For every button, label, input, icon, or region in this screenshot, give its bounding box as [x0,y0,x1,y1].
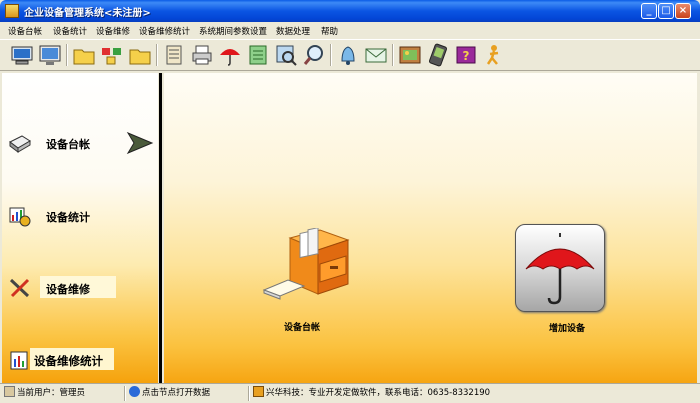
envelope-icon[interactable] [364,43,388,67]
equipment-ledger-label: 设备台帐 [284,323,321,333]
scroll-icon[interactable] [162,43,186,67]
title-bar[interactable]: 企业设备管理系统<未注册> _ □ × [0,0,700,22]
sidebar: 设备台帐 设备统计 设备维修 设备维修统计 [2,73,158,383]
folder-tree-icon[interactable] [100,43,124,67]
svg-text:?: ? [463,49,470,63]
toolbar: ? [0,39,700,71]
menu-equipment-stats[interactable]: 设备统计 [53,25,87,37]
menu-help[interactable]: 帮助 [321,25,338,37]
umbrella-icon [525,233,595,305]
add-equipment-label: 增加设备 [549,324,586,334]
file-cabinet-icon [262,227,350,300]
window-title: 企业设备管理系统<未注册> [24,8,151,19]
add-equipment-button[interactable] [515,224,605,312]
status-hint: 点击节点打开数据 [129,386,210,401]
umbrella-icon[interactable] [218,43,242,67]
menu-repair-stats[interactable]: 设备维修统计 [139,25,190,37]
menu-equipment-repair[interactable]: 设备维修 [96,25,130,37]
help-book-icon[interactable]: ? [454,43,478,67]
notebook-icon[interactable] [246,43,270,67]
tools-icon [8,277,32,299]
main-panel: 设备台帐 增加设备 [164,73,697,383]
sidebar-item-label: 设备维修 [46,283,90,296]
status-bar: 当前用户：管理员 点击节点打开数据 兴华科技：专业开发定做软件，联系电话：063… [0,383,700,403]
info-icon [129,386,140,397]
menu-period-settings[interactable]: 系统期间参数设置 [199,25,267,37]
sidebar-item-repair[interactable]: 设备维修 [2,273,158,303]
sidebar-item-label: 设备统计 [46,211,90,224]
status-hint-text: 点击节点打开数据 [142,388,211,398]
print-icon[interactable] [190,43,214,67]
app-icon [5,4,19,18]
stats-icon [8,349,32,371]
menu-data-processing[interactable]: 数据处理 [276,25,310,37]
image-search-icon[interactable] [274,43,298,67]
equipment-ledger-button[interactable] [260,227,356,308]
computer-icon[interactable] [10,43,34,67]
menu-equipment-ledger[interactable]: 设备台帐 [8,25,42,37]
chart-icon [8,205,32,227]
bell-icon[interactable] [336,43,360,67]
play-arrow-icon [126,131,154,155]
monitor-icon[interactable] [38,43,62,67]
status-user: 当前用户：管理员 [4,386,85,401]
menu-bar: 设备台帐 设备统计 设备维修 设备维修统计 系统期间参数设置 数据处理 帮助 [0,22,700,39]
sidebar-item-label: 设备台帐 [46,138,90,151]
user-icon [4,386,15,397]
sidebar-item-repair-stats[interactable]: 设备维修统计 [2,345,158,375]
status-company: 兴华科技：专业开发定做软件，联系电话：0635-8332190 [253,386,490,401]
status-user-text: 当前用户：管理员 [17,388,86,398]
exit-person-icon[interactable] [482,43,506,67]
sidebar-item-label: 设备维修统计 [34,354,103,368]
close-button[interactable]: × [675,3,691,19]
sidebar-item-stats[interactable]: 设备统计 [2,201,158,231]
picture-icon[interactable] [398,43,422,67]
book-icon [8,132,32,154]
folder-icon[interactable] [72,43,96,67]
pda-icon[interactable] [426,43,450,67]
magnifier-icon[interactable] [302,43,326,67]
status-company-text: 兴华科技：专业开发定做软件，联系电话：0635-8332190 [266,388,491,398]
company-icon [253,386,264,397]
folder-open-icon[interactable] [128,43,152,67]
minimize-button[interactable]: _ [641,3,657,19]
maximize-button[interactable]: □ [658,3,674,19]
